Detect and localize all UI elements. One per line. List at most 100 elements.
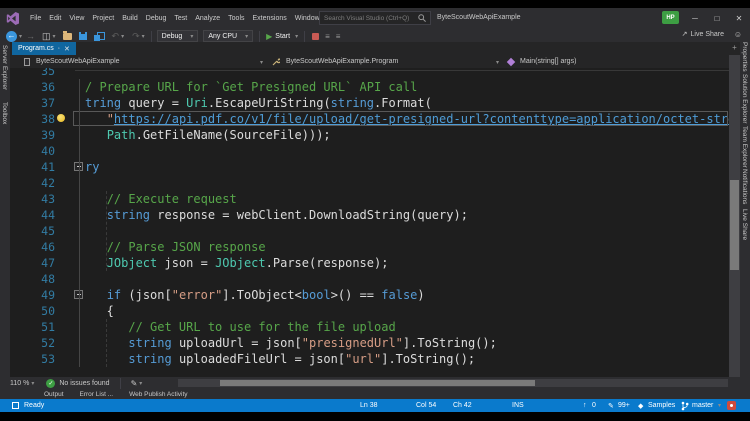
solution-configuration-dropdown[interactable]: Debug ▾ (157, 30, 199, 42)
pin-icon[interactable]: ◦ (58, 46, 60, 52)
menu-extensions[interactable]: Extensions (249, 15, 291, 22)
line-number[interactable]: 37 (10, 95, 55, 111)
undo-caret-icon[interactable]: ▾ (121, 33, 124, 40)
code-line[interactable]: 46 // Parse JSON response (10, 239, 729, 255)
notifications-icon[interactable] (727, 401, 736, 410)
code-line[interactable]: 40 (10, 143, 729, 159)
menu-project[interactable]: Project (88, 15, 118, 22)
chevron-down-icon[interactable]: ▾ (31, 380, 34, 387)
save-icon[interactable] (79, 32, 87, 40)
plus-icon[interactable]: + (729, 43, 740, 52)
line-number[interactable]: 35 (10, 68, 55, 79)
line-number[interactable]: 49 (10, 287, 55, 303)
menu-edit[interactable]: Edit (45, 15, 65, 22)
code-line[interactable]: 50 { (10, 303, 729, 319)
search-input[interactable]: Search Visual Studio (Ctrl+Q) (319, 11, 431, 25)
side-tab-toolbox[interactable]: Toolbox (1, 102, 8, 124)
zoom-level-dropdown[interactable]: 110 % (10, 380, 29, 387)
list-icon[interactable]: ≡ (325, 32, 330, 41)
code-line[interactable]: 37tring query = Uri.EscapeUriString(stri… (10, 95, 729, 111)
chevron-down-icon[interactable]: ▾ (139, 380, 142, 387)
code-editor[interactable]: 3536/ Prepare URL for `Get Presigned URL… (10, 68, 729, 377)
line-number[interactable]: 53 (10, 351, 55, 367)
new-window-icon[interactable]: ◫ (42, 32, 51, 41)
side-tab-properties[interactable]: Properties (741, 42, 748, 72)
code-line[interactable]: 41ry (10, 159, 729, 175)
menu-file[interactable]: File (26, 15, 45, 22)
line-number[interactable]: 41 (10, 159, 55, 175)
side-tab-solution-explorer[interactable]: Solution Explorer (741, 74, 748, 124)
line-number[interactable]: 39 (10, 127, 55, 143)
code-line[interactable]: 35 (10, 68, 729, 79)
list-icon[interactable]: ≡ (336, 32, 341, 41)
profiler-icon[interactable] (312, 33, 319, 40)
side-tab-live-share[interactable]: Live Share (741, 209, 748, 240)
side-tab-team-explorer[interactable]: Team Explorer (741, 126, 748, 168)
line-number[interactable]: 43 (10, 191, 55, 207)
pending-changes-count[interactable]: 99+ (618, 402, 630, 409)
code-line[interactable]: 44 string response = webClient.DownloadS… (10, 207, 729, 223)
code-line[interactable]: 38 "https://api.pdf.co/v1/file/upload/ge… (10, 111, 729, 127)
feedback-icon[interactable]: ☺ (734, 30, 742, 39)
background-tasks-icon[interactable] (12, 402, 19, 409)
line-number[interactable]: 46 (10, 239, 55, 255)
line-number[interactable]: 44 (10, 207, 55, 223)
panel-tab-output[interactable]: Output (44, 391, 64, 398)
chevron-down-icon[interactable]: ▾ (260, 59, 263, 66)
code-line[interactable]: 52 string uploadUrl = json["presignedUrl… (10, 335, 729, 351)
line-number[interactable]: 42 (10, 175, 55, 191)
menu-tools[interactable]: Tools (224, 15, 248, 22)
chevron-down-icon[interactable]: ▾ (496, 59, 499, 66)
save-all-icon[interactable] (94, 32, 104, 41)
code-line[interactable]: 43 // Execute request (10, 191, 729, 207)
breadcrumb-member[interactable]: Main(string[] args) (520, 58, 576, 65)
chevron-down-icon[interactable]: ▾ (718, 402, 721, 409)
code-line[interactable]: 49 if (json["error"].ToObject<bool>() ==… (10, 287, 729, 303)
branch-name[interactable]: master (692, 402, 713, 409)
line-number[interactable]: 52 (10, 335, 55, 351)
line-number[interactable]: 45 (10, 223, 55, 239)
breadcrumb-type[interactable]: ByteScoutWebApiExample.Program (286, 58, 398, 65)
status-column[interactable]: Col 54 (416, 402, 436, 409)
open-folder-icon[interactable] (63, 33, 72, 40)
line-number[interactable]: 40 (10, 143, 55, 159)
live-share-button[interactable]: ↗ Live Share (682, 30, 724, 38)
code-line[interactable]: 53 string uploadedFileUrl = json["url"].… (10, 351, 729, 367)
status-line[interactable]: Ln 38 (360, 402, 378, 409)
menu-build[interactable]: Build (118, 15, 142, 22)
code-line[interactable]: 51 // Get URL to use for the file upload (10, 319, 729, 335)
lightbulb-icon[interactable] (57, 114, 65, 122)
start-debugging-button[interactable]: ▶ Start ▾ (266, 32, 298, 41)
line-number[interactable]: 50 (10, 303, 55, 319)
navigate-back-caret-icon[interactable]: ▾ (19, 33, 22, 40)
pending-changes-icon[interactable]: ✎ (608, 402, 614, 410)
pencil-icon[interactable]: ✎ (131, 379, 138, 388)
panel-tab-web-publish-activity[interactable]: Web Publish Activity (129, 391, 187, 398)
undo-icon[interactable]: ↶ (112, 31, 120, 42)
line-number[interactable]: 48 (10, 271, 55, 287)
code-line[interactable]: 45 (10, 223, 729, 239)
close-button[interactable]: ✕ (728, 8, 750, 28)
side-tab-notifications[interactable]: Notifications (741, 169, 748, 204)
menu-view[interactable]: View (65, 15, 88, 22)
breadcrumb-project[interactable]: ByteScoutWebApiExample (36, 58, 120, 65)
line-number[interactable]: 38 (10, 111, 55, 127)
outgoing-commits-count[interactable]: 0 (592, 402, 596, 409)
navigate-back-icon[interactable]: ← (6, 31, 17, 42)
status-character[interactable]: Ch 42 (453, 402, 472, 409)
code-line[interactable]: 48 (10, 271, 729, 287)
redo-caret-icon[interactable]: ▾ (142, 33, 145, 40)
vertical-scrollbar[interactable]: + (729, 55, 740, 377)
redo-icon[interactable]: ↷ (132, 31, 140, 42)
solution-platform-dropdown[interactable]: Any CPU ▾ (203, 30, 253, 42)
repository-icon[interactable]: ◆ (638, 402, 643, 410)
new-caret-icon[interactable]: ▾ (53, 33, 56, 40)
health-status[interactable]: No issues found (59, 380, 109, 387)
maximize-button[interactable]: □ (706, 8, 728, 28)
code-line[interactable]: 42 (10, 175, 729, 191)
horizontal-scrollbar-thumb[interactable] (220, 380, 535, 386)
navigate-forward-icon[interactable]: → (26, 31, 35, 41)
code-line[interactable]: 47 JObject json = JObject.Parse(response… (10, 255, 729, 271)
line-number[interactable]: 36 (10, 79, 55, 95)
side-tab-server-explorer[interactable]: Server Explorer (1, 45, 8, 90)
